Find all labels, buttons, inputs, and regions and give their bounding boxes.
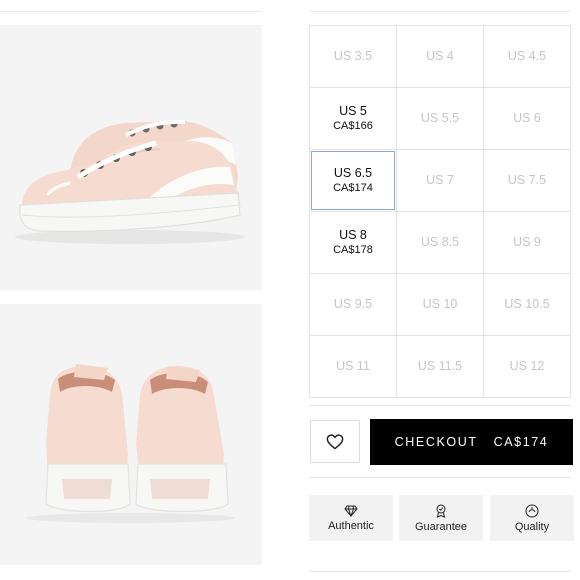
heart-icon [326,433,344,449]
size-option[interactable]: US 9 [484,212,570,273]
size-option[interactable]: US 7.5 [484,150,570,211]
favorite-button[interactable] [310,420,360,463]
size-label: US 6.5 [333,166,373,180]
size-label: US 7.5 [507,173,547,187]
size-label: US 8 [339,228,367,242]
badge-label: Authentic [328,519,374,532]
divider [309,405,571,406]
size-label: US 7 [426,173,454,187]
size-option[interactable]: US 3.5 [310,26,396,87]
size-label: US 6 [513,111,541,125]
size-label: US 4 [426,49,454,63]
size-option[interactable]: US 4.5 [484,26,570,87]
size-option[interactable]: US 12 [484,336,570,397]
award-ribbon-icon [436,504,446,518]
size-label: US 5 [339,104,367,118]
size-option[interactable]: US 7 [397,150,483,211]
sneaker-side-illustration [15,119,245,244]
trust-badges: Authentic Guarantee Quality [309,495,574,541]
size-option[interactable]: US 8.5 [397,212,483,273]
checkout-label: CHECKOUT [394,435,478,449]
size-price: CA$174 [333,182,373,194]
size-selector-grid: US 3.5 US 4 US 4.5 US 5 CA$166 US 5.5 US 6 US 6… [309,25,571,398]
badge-guarantee[interactable]: Guarantee [399,495,483,541]
badge-label: Quality [514,520,550,533]
size-label: US 12 [509,359,545,373]
size-option[interactable]: US 6 [484,88,570,149]
size-label: US 9 [513,235,541,249]
size-option[interactable]: US 10 [397,274,483,335]
divider [309,477,571,478]
size-label: US 9.5 [333,297,373,311]
size-label: US 5.5 [420,111,460,125]
size-label: US 11.5 [417,359,463,373]
size-label: US 8.5 [420,235,460,249]
product-image-back[interactable] [0,304,262,565]
checkout-price: CA$174 [493,435,549,449]
size-option[interactable]: US 11 [310,336,396,397]
divider [309,571,571,572]
size-label: US 11 [336,359,370,373]
badge-label: Guarantee [415,520,467,533]
size-price: CA$178 [333,244,373,256]
size-price: CA$166 [333,120,373,132]
size-option[interactable]: US 8 CA$178 [310,212,396,273]
size-option[interactable]: US 5.5 [397,88,483,149]
size-option[interactable]: US 5 CA$166 [310,88,396,149]
size-option[interactable]: US 9.5 [310,274,396,335]
diamond-icon [344,505,358,517]
size-label: US 10 [422,297,458,311]
size-option[interactable]: US 10.5 [484,274,570,335]
size-option[interactable]: US 6.5 CA$174 [310,150,396,211]
badge-authentic[interactable]: Authentic [309,495,393,541]
checkout-button[interactable]: CHECKOUT CA$174 [370,419,573,465]
badge-quality[interactable]: Quality [490,495,574,541]
size-label: US 10.5 [504,297,550,311]
top-divider-right [309,11,571,12]
sneaker-back-illustration [25,364,235,523]
size-option[interactable]: US 4 [397,26,483,87]
size-label: US 4.5 [507,49,547,63]
top-divider-left [0,11,262,12]
size-label: US 3.5 [333,49,373,63]
quality-seal-icon [525,504,539,517]
product-image-side[interactable] [0,25,262,290]
size-option[interactable]: US 11.5 [397,336,483,397]
